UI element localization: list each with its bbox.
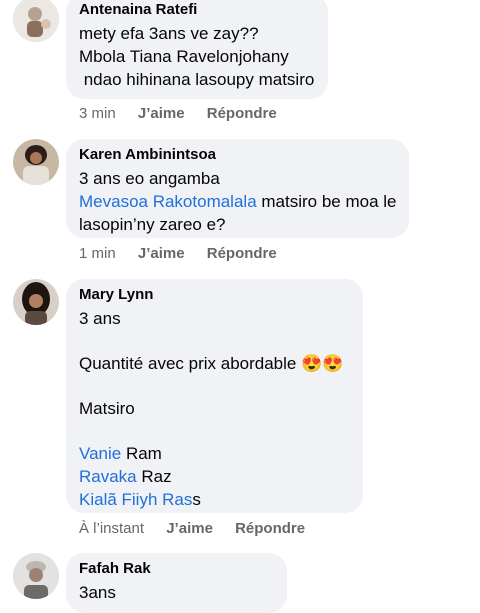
comment-bubble: Karen Ambinintsoa 3 ans eo angamba Mevas… (66, 139, 409, 238)
comment-meta: 1 min J’aime Répondre (79, 245, 295, 263)
line-break (79, 420, 350, 442)
comment-text-part: Quantité avec prix abordable (79, 354, 302, 373)
comment-text-rest: s (192, 490, 201, 509)
reply-button[interactable]: Répondre (207, 245, 277, 262)
comment-bubble: Antenaina Ratefi mety efa 3ans ve zay?? … (66, 0, 328, 99)
tag-line: Vanie Ram (79, 442, 350, 465)
comment-text: ndao hihinana lasoupy matsiro (79, 70, 315, 89)
like-button[interactable]: J’aime (138, 245, 185, 262)
like-button[interactable]: J’aime (166, 520, 213, 537)
like-button[interactable]: J’aime (138, 105, 185, 122)
comment-meta: 3 min J’aime Répondre (79, 105, 295, 123)
timestamp[interactable]: 3 min (79, 105, 116, 122)
comment-bubble: Fafah Rak 3ans (66, 553, 287, 613)
comment-text: 3 ans eo angamba (79, 169, 220, 188)
comment-text-rest: Raz (136, 467, 172, 486)
line-break (79, 375, 350, 397)
reply-button[interactable]: Répondre (235, 520, 305, 537)
comment-text: lasopin’ny zareo e? (79, 215, 226, 234)
comment-text: Quantité avec prix abordable 😍😍 (79, 352, 350, 375)
comment-text-rest: matsiro be moa le (256, 192, 397, 211)
avatar[interactable] (13, 553, 59, 599)
comment-text: 3 ans (79, 309, 121, 328)
tag-line: Ravaka Raz (79, 465, 350, 488)
comment-text: Matsiro (79, 399, 135, 418)
comment-bubble: Mary Lynn 3 ans Quantité avec prix abord… (66, 279, 363, 513)
reply-button[interactable]: Répondre (207, 105, 277, 122)
mention-link[interactable]: Mevasoa Rakotomalala (79, 192, 257, 211)
comment-author[interactable]: Antenaina Ratefi (79, 1, 315, 19)
comment-author[interactable]: Karen Ambinintsoa (79, 146, 396, 164)
heart-eyes-emoji: 😍😍 (301, 354, 344, 373)
avatar[interactable] (13, 139, 59, 185)
mention-link[interactable]: Ravaka (79, 467, 137, 486)
comment-author[interactable]: Fafah Rak (79, 560, 274, 578)
comment-author[interactable]: Mary Lynn (79, 286, 350, 304)
avatar[interactable] (13, 279, 59, 325)
comment-text: mety efa 3ans ve zay?? (79, 24, 259, 43)
timestamp[interactable]: 1 min (79, 245, 116, 262)
comment-text-rest: Ram (121, 444, 162, 463)
line-break (79, 330, 350, 352)
timestamp[interactable]: À l’instant (79, 520, 144, 537)
comment-text: Mbola Tiana Ravelonjohany (79, 47, 289, 66)
comment-text: 3ans (79, 583, 116, 602)
mention-link[interactable]: Vanie (79, 444, 121, 463)
comment-meta: À l’instant J’aime Répondre (79, 520, 323, 538)
tag-line: Kialã Fiiyh Rass (79, 488, 350, 511)
avatar[interactable] (13, 0, 59, 42)
mention-link[interactable]: Kialã Fiiyh Ras (79, 490, 192, 509)
comment-text: Mevasoa Rakotomalala matsiro be moa le (79, 190, 397, 213)
